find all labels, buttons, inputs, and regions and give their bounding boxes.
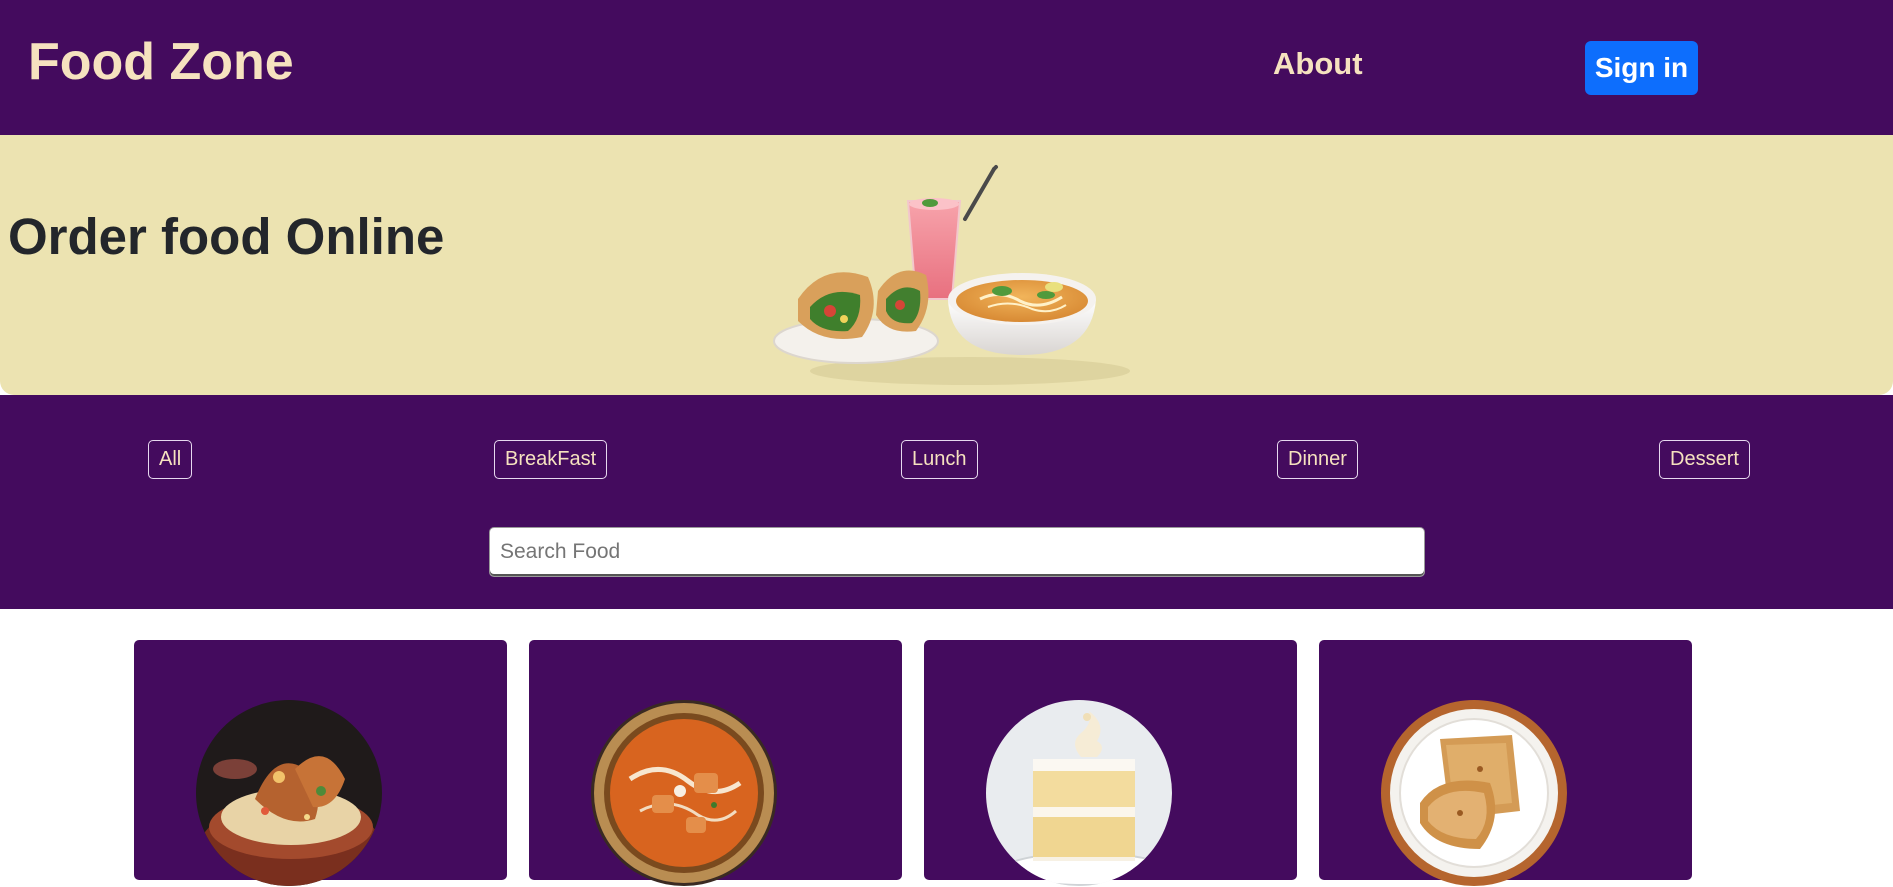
hero-banner: Order food Online bbox=[0, 135, 1893, 395]
cake-image-icon bbox=[986, 700, 1172, 886]
hero-title: Order food Online bbox=[8, 208, 445, 265]
curry-image-icon bbox=[591, 700, 777, 886]
food-card-cake[interactable] bbox=[924, 640, 1297, 886]
filter-dinner-button[interactable]: Dinner bbox=[1277, 440, 1358, 479]
search-input[interactable] bbox=[489, 527, 1425, 577]
food-illustration-icon bbox=[773, 165, 1130, 385]
filter-dessert-button[interactable]: Dessert bbox=[1659, 440, 1750, 479]
filter-breakfast-button[interactable]: BreakFast bbox=[494, 440, 608, 479]
biryani-image-icon bbox=[196, 700, 382, 886]
signin-button[interactable]: Sign in bbox=[1585, 41, 1698, 95]
food-card-curry[interactable] bbox=[529, 640, 902, 886]
navbar: Food Zone About Sign in bbox=[0, 0, 1893, 135]
about-link[interactable]: About bbox=[1273, 44, 1363, 84]
filter-all-button[interactable]: All bbox=[148, 440, 193, 479]
paratha-image-icon bbox=[1381, 700, 1567, 886]
brand-logo[interactable]: Food Zone bbox=[28, 30, 294, 94]
filter-lunch-button[interactable]: Lunch bbox=[901, 440, 978, 479]
food-card-paratha[interactable] bbox=[1319, 640, 1692, 886]
food-card-biryani[interactable] bbox=[134, 640, 507, 886]
filter-bar: All BreakFast Lunch Dinner Dessert bbox=[0, 395, 1893, 609]
